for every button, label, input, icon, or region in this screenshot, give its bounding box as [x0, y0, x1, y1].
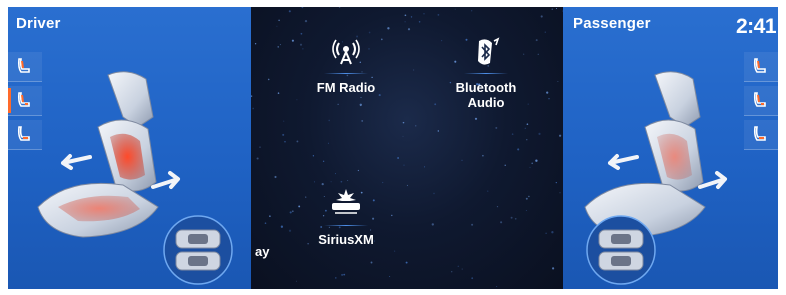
- siriusxm-icon: [332, 189, 360, 214]
- siriusxm-label: SiriusXM: [318, 232, 374, 247]
- seat-heat-vent-icon: [753, 92, 766, 107]
- passenger-seat-mode-buttons: [744, 52, 778, 154]
- page-indicator: [273, 283, 303, 289]
- passenger-seat-panel: Passenger 2:41: [563, 7, 778, 289]
- seat-heat-icon: [753, 58, 766, 73]
- tile-divider: [464, 73, 508, 74]
- bluetooth-audio-icon: [478, 37, 500, 65]
- clock: 2:41: [735, 15, 777, 38]
- seat-vent-icon: [753, 126, 766, 141]
- bluetooth-audio-tile[interactable]: Bluetooth Audio: [426, 37, 546, 110]
- media-source-grid: FM Radio Bluetooth Audio SiriusXM ay: [251, 7, 563, 289]
- passenger-seat-vent-button[interactable]: [744, 120, 778, 150]
- fm-radio-tile[interactable]: FM Radio: [286, 37, 406, 95]
- passenger-seat-control-knob[interactable]: [581, 212, 661, 287]
- tile-divider: [324, 73, 368, 74]
- tile-divider: [324, 225, 368, 226]
- infotainment-screen: Driver FM Radio Bluetooth Audio SiriusXM…: [8, 7, 778, 289]
- driver-title: Driver: [16, 15, 61, 32]
- passenger-seat-heat-vent-button[interactable]: [744, 86, 778, 116]
- passenger-seat-heat-button[interactable]: [744, 52, 778, 82]
- radio-antenna-icon: [332, 39, 360, 65]
- bluetooth-audio-label: Bluetooth Audio: [455, 80, 517, 110]
- driver-seat-control-knob[interactable]: [158, 212, 238, 287]
- driver-seat-panel: Driver: [8, 7, 251, 289]
- siriusxm-tile[interactable]: SiriusXM: [286, 187, 406, 247]
- fm-radio-label: FM Radio: [316, 80, 376, 95]
- passenger-title: Passenger: [573, 15, 651, 32]
- offscreen-tile-label[interactable]: ay: [255, 244, 269, 259]
